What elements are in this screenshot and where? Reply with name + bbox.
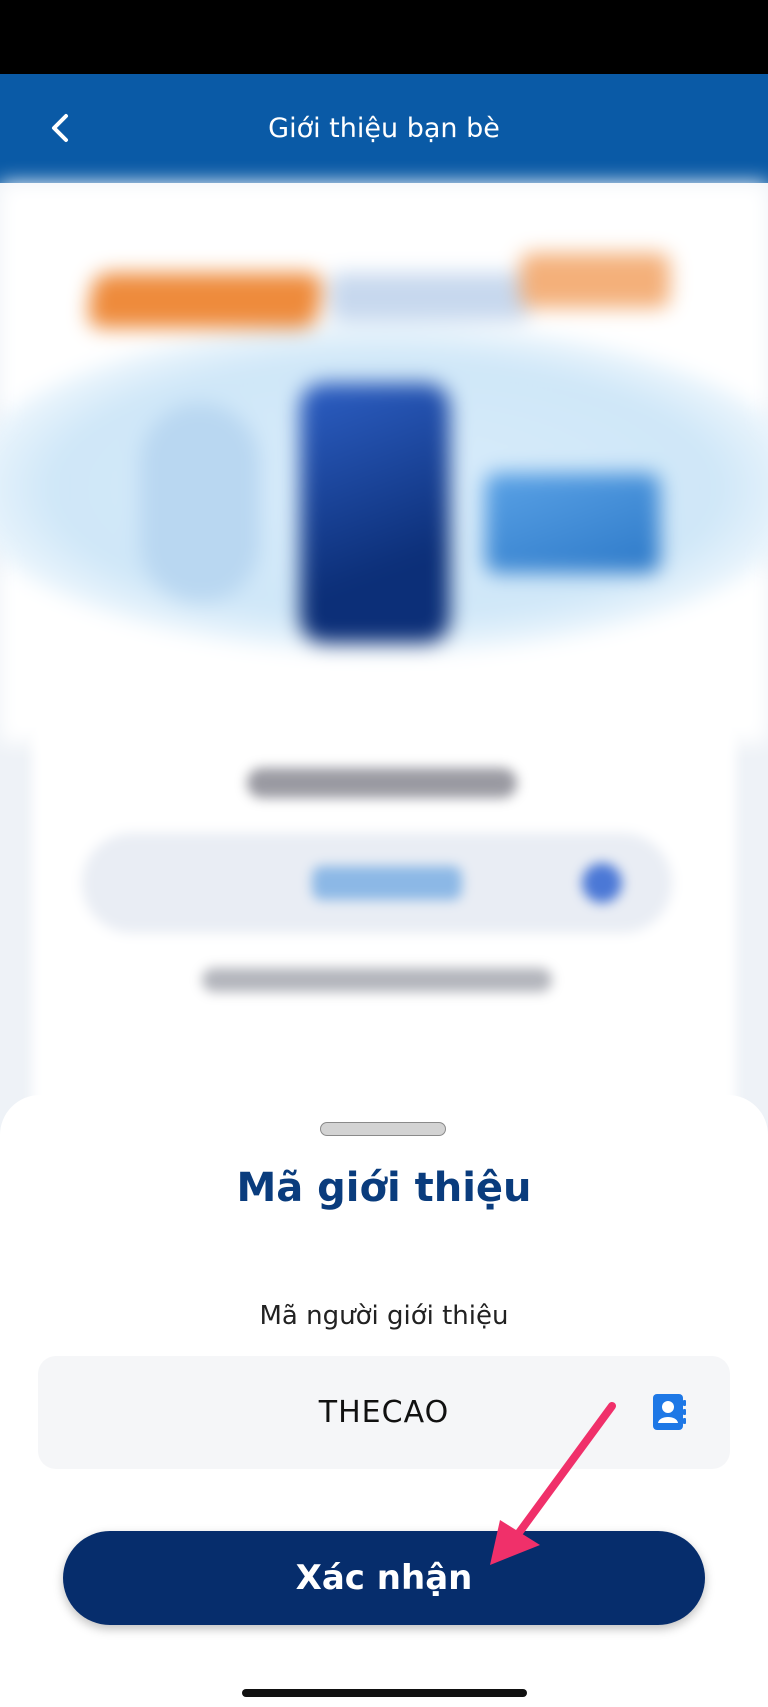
background-content <box>0 183 768 1213</box>
referrer-code-value[interactable]: THECAO <box>38 1356 730 1469</box>
contact-book-icon[interactable] <box>651 1392 687 1432</box>
status-bar <box>0 0 768 74</box>
referrer-code-label: Mã người giới thiệu <box>259 1301 509 1331</box>
home-indicator <box>242 1689 527 1697</box>
annotation-arrow-icon <box>490 1402 616 1565</box>
page-title: Giới thiệu bạn bè <box>268 113 500 144</box>
sheet-title: Mã giới thiệu <box>236 1165 532 1211</box>
chevron-left-icon <box>52 114 68 142</box>
app-header: Giới thiệu bạn bè <box>0 74 768 183</box>
sheet-grabber[interactable] <box>320 1122 446 1136</box>
confirm-button-label: Xác nhận <box>295 1558 473 1598</box>
back-button[interactable] <box>34 102 86 154</box>
promo-banner <box>0 183 768 743</box>
referrer-code-field[interactable]: THECAO <box>38 1356 730 1469</box>
bottom-sheet: Mã giới thiệu Mã người giới thiệu THECAO… <box>0 1095 768 1707</box>
